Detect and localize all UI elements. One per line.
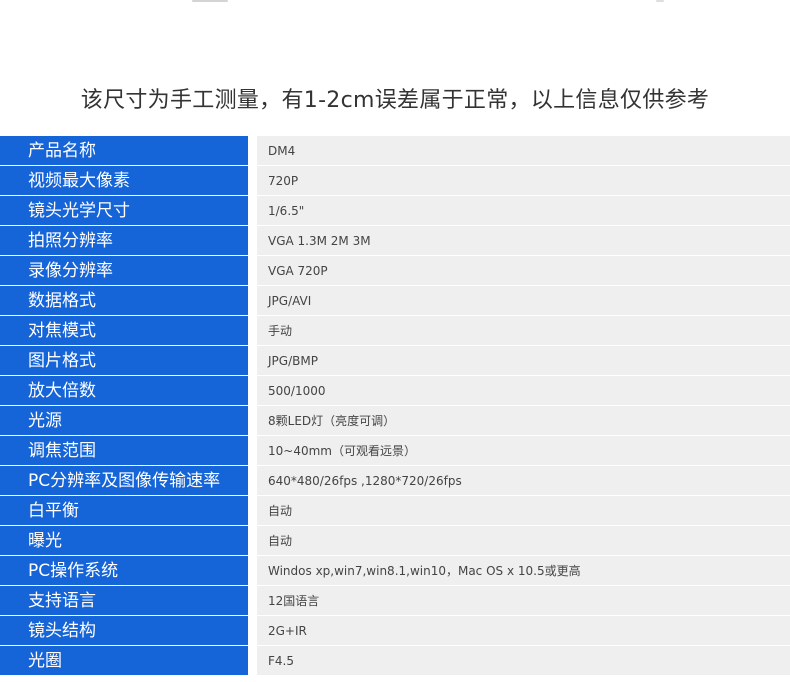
spec-divider: [248, 376, 257, 405]
spec-row: 视频最大像素 720P: [0, 166, 790, 196]
image-fragment-right: [656, 0, 664, 2]
spec-label: 白平衡: [0, 496, 248, 525]
spec-row: 图片格式 JPG/BMP: [0, 346, 790, 376]
spec-row: 镜头结构 2G+IR: [0, 616, 790, 646]
spec-divider: [248, 226, 257, 255]
spec-label: PC操作系统: [0, 556, 248, 585]
spec-divider: [248, 556, 257, 585]
spec-row: 产品名称 DM4: [0, 136, 790, 166]
spec-label: 镜头结构: [0, 616, 248, 645]
spec-row: 白平衡 自动: [0, 496, 790, 526]
spec-divider: [248, 196, 257, 225]
spec-label: 放大倍数: [0, 376, 248, 405]
spec-row: 曝光 自动: [0, 526, 790, 556]
spec-divider: [248, 316, 257, 345]
spec-value: 500/1000: [257, 376, 790, 405]
spec-label: 拍照分辨率: [0, 226, 248, 255]
spec-divider: [248, 256, 257, 285]
spec-row: PC分辨率及图像传输速率 640*480/26fps ,1280*720/26fp…: [0, 466, 790, 496]
spec-value: 720P: [257, 166, 790, 195]
spec-label: 录像分辨率: [0, 256, 248, 285]
spec-value: 10~40mm（可观看远景）: [257, 436, 790, 465]
spec-divider: [248, 496, 257, 525]
spec-value: 自动: [257, 526, 790, 555]
spec-row: 调焦范围 10~40mm（可观看远景）: [0, 436, 790, 466]
spec-row: 支持语言 12国语言: [0, 586, 790, 616]
spec-table: 产品名称 DM4 视频最大像素 720P 镜头光学尺寸 1/6.5" 拍照分辨率 VGA 1.…: [0, 136, 790, 676]
top-edge-marks: [0, 0, 790, 4]
spec-label: 对焦模式: [0, 316, 248, 345]
spec-divider: [248, 346, 257, 375]
spec-value: JPG/BMP: [257, 346, 790, 375]
spec-divider: [248, 166, 257, 195]
spec-value: 自动: [257, 496, 790, 525]
spec-row: 光圈 F4.5: [0, 646, 790, 676]
spec-row: 录像分辨率 VGA 720P: [0, 256, 790, 286]
spec-label: 数据格式: [0, 286, 248, 315]
spec-value: 手动: [257, 316, 790, 345]
spec-label: 曝光: [0, 526, 248, 555]
spec-row: 对焦模式 手动: [0, 316, 790, 346]
spec-label: 光源: [0, 406, 248, 435]
spec-value: 12国语言: [257, 586, 790, 615]
spec-label: 产品名称: [0, 136, 248, 165]
spec-row: PC操作系统 Windos xp,win7,win8.1,win10，Mac OS…: [0, 556, 790, 586]
spec-row: 光源 8颗LED灯（亮度可调）: [0, 406, 790, 436]
spec-value: 640*480/26fps ,1280*720/26fps: [257, 466, 790, 495]
spec-row: 数据格式 JPG/AVI: [0, 286, 790, 316]
spec-row: 放大倍数 500/1000: [0, 376, 790, 406]
spec-divider: [248, 526, 257, 555]
spec-label: PC分辨率及图像传输速率: [0, 466, 248, 495]
spec-divider: [248, 646, 257, 675]
spec-value: F4.5: [257, 646, 790, 675]
spec-label: 调焦范围: [0, 436, 248, 465]
spec-label: 视频最大像素: [0, 166, 248, 195]
spec-label: 支持语言: [0, 586, 248, 615]
spec-value: 1/6.5": [257, 196, 790, 225]
spec-divider: [248, 466, 257, 495]
spec-divider: [248, 406, 257, 435]
spec-value: VGA 720P: [257, 256, 790, 285]
spec-row: 拍照分辨率 VGA 1.3M 2M 3M: [0, 226, 790, 256]
spec-value: VGA 1.3M 2M 3M: [257, 226, 790, 255]
spec-value: JPG/AVI: [257, 286, 790, 315]
spec-divider: [248, 586, 257, 615]
spec-value: 8颗LED灯（亮度可调）: [257, 406, 790, 435]
spec-label: 光圈: [0, 646, 248, 675]
spec-divider: [248, 136, 257, 165]
spec-value: Windos xp,win7,win8.1,win10，Mac OS x 10.…: [257, 556, 790, 585]
spec-label: 镜头光学尺寸: [0, 196, 248, 225]
spec-divider: [248, 436, 257, 465]
spec-value: 2G+IR: [257, 616, 790, 645]
spec-divider: [248, 616, 257, 645]
image-fragment-left: [192, 0, 228, 2]
measurement-notice: 该尺寸为手工测量，有1-2cm误差属于正常，以上信息仅供参考: [80, 88, 710, 113]
spec-row: 镜头光学尺寸 1/6.5": [0, 196, 790, 226]
spec-label: 图片格式: [0, 346, 248, 375]
spec-value: DM4: [257, 136, 790, 165]
spec-divider: [248, 286, 257, 315]
